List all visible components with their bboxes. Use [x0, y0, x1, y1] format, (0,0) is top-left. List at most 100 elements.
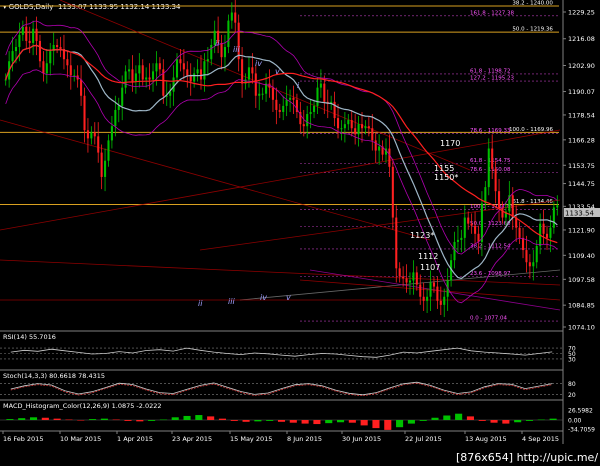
- candle-body: [453, 241, 456, 261]
- candle-body: [175, 59, 179, 78]
- macd-histogram-bar: [443, 415, 451, 420]
- fib-level-label: 78.6 - 1169.33: [470, 128, 511, 134]
- time-tick-label: 30 Jun 2015: [342, 435, 381, 443]
- time-tick-label: 10 Mar 2015: [60, 435, 101, 443]
- candle-body: [203, 61, 206, 80]
- macd-histogram-bar: [29, 417, 38, 420]
- macd-histogram-bar: [396, 420, 404, 428]
- macd-histogram-bar: [195, 415, 203, 420]
- candle-body: [220, 42, 223, 58]
- macd-histogram-bar: [325, 420, 333, 424]
- elliott-wave-label: iii: [228, 297, 235, 306]
- candle-body: [545, 233, 549, 238]
- macd-level-label: 0.00: [568, 418, 582, 425]
- candle-body: [199, 69, 203, 80]
- candle-body: [11, 51, 14, 62]
- candle-body: [114, 109, 117, 127]
- candle-body: [59, 47, 62, 50]
- candle-body: [302, 124, 305, 127]
- candle-body: [69, 65, 72, 76]
- candle-body: [443, 296, 446, 305]
- candle-body: [90, 132, 93, 139]
- price-tick-label: 1190.07: [568, 88, 595, 96]
- candle-body: [292, 97, 295, 100]
- fib-level-label: 50.0 - 1219.36: [512, 27, 553, 33]
- candle-body: [148, 77, 151, 80]
- candle-body: [189, 75, 192, 82]
- candle-body: [28, 40, 31, 43]
- candle-body: [319, 83, 322, 88]
- macd-histogram-bar: [171, 417, 179, 420]
- candle-body: [182, 63, 185, 70]
- candle-body: [193, 73, 196, 82]
- screenshot-badge: [876x654] http://upic.me/: [456, 451, 598, 464]
- elliott-wave-label: iii: [233, 45, 240, 54]
- current-price-label: 1133.54: [565, 210, 594, 218]
- price-tick-label: 1121.90: [568, 226, 595, 234]
- candle-body: [323, 83, 326, 102]
- macd-histogram-bar: [455, 413, 463, 420]
- candle-body: [278, 109, 281, 112]
- price-annotation: 1150*: [434, 173, 458, 182]
- fib-level-label: 78.6 - 1150.08: [470, 167, 511, 173]
- candle-body: [402, 276, 405, 279]
- macd-histogram-bar: [18, 418, 26, 420]
- candle-body: [4, 79, 7, 81]
- candle-body: [398, 268, 401, 277]
- candle-body: [494, 168, 497, 192]
- price-tick-label: 1153.75: [568, 162, 595, 170]
- macd-histogram-bar: [89, 419, 97, 420]
- candle-body: [42, 61, 45, 74]
- candle-body: [395, 217, 398, 269]
- trading-chart-window[interactable]: ▾ GOLDS,Daily 1133.07 1133.95 1132.14 11…: [0, 0, 600, 466]
- candle-body: [552, 207, 555, 228]
- candle-body: [56, 44, 59, 48]
- elliott-wave-label: ii: [215, 39, 220, 48]
- candle-body: [186, 69, 189, 76]
- symbol-title: ▾ GOLDS,Daily: [3, 3, 53, 11]
- candle-body: [364, 126, 367, 129]
- candle-body: [131, 69, 134, 82]
- price-tick-label: 1229.25: [568, 9, 595, 17]
- candle-body: [549, 227, 552, 238]
- candle-body: [145, 77, 148, 80]
- candle-body: [21, 26, 24, 35]
- price-annotation: 1112: [418, 252, 438, 261]
- candle-body: [38, 40, 41, 62]
- candle-body: [309, 111, 312, 115]
- candle-body: [66, 59, 69, 66]
- macd-histogram-bar: [124, 420, 132, 421]
- candle-body: [196, 69, 199, 74]
- candle-body: [18, 34, 21, 48]
- candle-body: [83, 95, 86, 131]
- time-tick-label: 1 Apr 2015: [117, 435, 153, 443]
- candle-body: [480, 203, 483, 242]
- fib-level-label: 0.0 - 1077.04: [470, 316, 507, 322]
- macd-histogram-bar: [537, 419, 545, 421]
- time-tick-label: 4 Sep 2015: [522, 435, 559, 443]
- candle-body: [97, 136, 100, 153]
- candle-body: [107, 140, 110, 161]
- price-annotation: 1123*: [410, 231, 434, 240]
- candle-body: [378, 146, 381, 151]
- candle-body: [230, 12, 233, 21]
- macd-level-label: 26.5982: [568, 408, 593, 415]
- candle-body: [223, 47, 226, 58]
- candle-body: [254, 73, 257, 96]
- candle-body: [282, 105, 285, 112]
- price-tick-label: 1216.08: [568, 35, 595, 43]
- macd-histogram-bar: [65, 419, 73, 421]
- candle-body: [179, 59, 182, 64]
- candle-body: [535, 245, 538, 263]
- candle-body: [340, 128, 343, 130]
- candle-body: [227, 20, 230, 48]
- price-annotation: 1170: [440, 139, 460, 148]
- macd-histogram-bar: [242, 420, 250, 422]
- macd-histogram-bar: [384, 420, 392, 430]
- candle-body: [80, 79, 83, 96]
- rsi-label: RSI(14) 55.7016: [3, 333, 56, 341]
- macd-histogram-bar: [148, 420, 156, 421]
- candle-body: [306, 114, 309, 127]
- elliott-wave-label: iv: [260, 293, 267, 302]
- candle-body: [522, 237, 525, 251]
